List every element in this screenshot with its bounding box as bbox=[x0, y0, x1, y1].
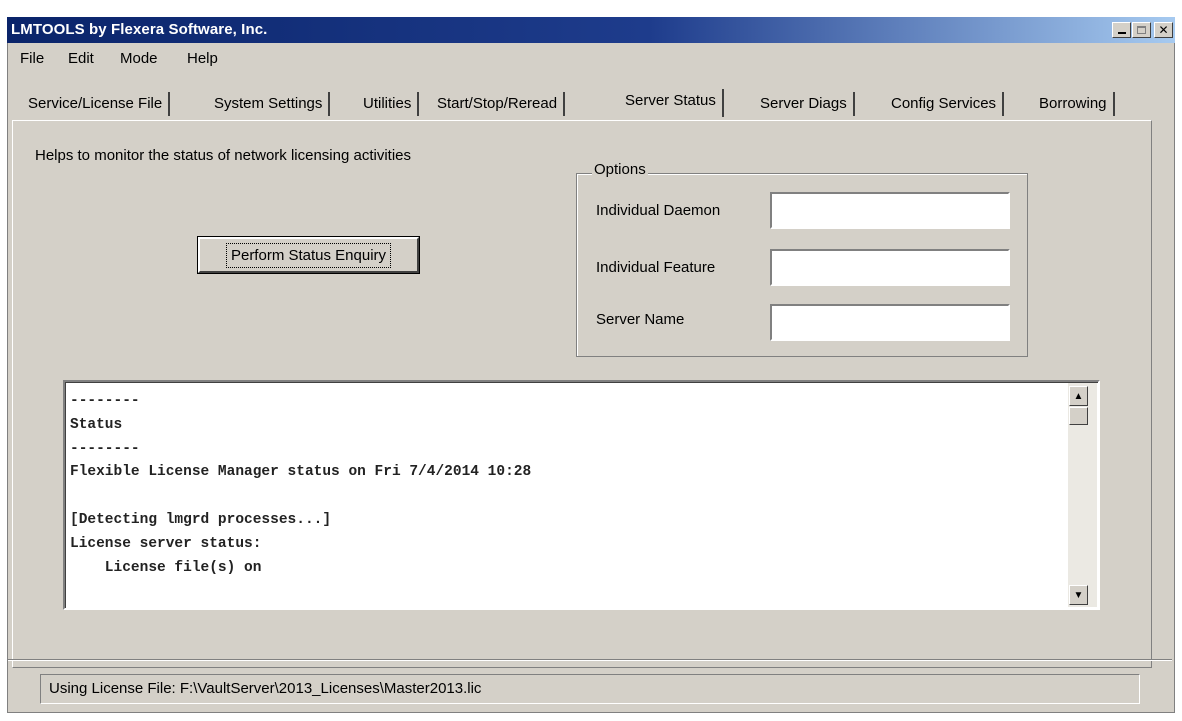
arrow-up-icon: ▲ bbox=[1073, 390, 1084, 402]
tab-borrowing[interactable]: Borrowing bbox=[1033, 92, 1115, 116]
options-legend: Options bbox=[592, 161, 648, 178]
status-divider bbox=[8, 659, 1172, 661]
perform-status-enquiry-label: Perform Status Enquiry bbox=[225, 242, 392, 268]
close-button[interactable]: ✕ bbox=[1154, 22, 1173, 38]
scroll-down-button[interactable]: ▼ bbox=[1069, 585, 1088, 605]
tab-config-services[interactable]: Config Services bbox=[885, 92, 1005, 116]
output-line: Status bbox=[70, 416, 123, 433]
individual-daemon-label: Individual Daemon bbox=[596, 202, 721, 219]
scroll-thumb[interactable] bbox=[1069, 407, 1088, 425]
minimize-icon bbox=[1117, 32, 1126, 34]
tab-utilities[interactable]: Utilities bbox=[357, 92, 420, 116]
output-line: -------- bbox=[70, 393, 140, 409]
menu-mode[interactable]: Mode bbox=[120, 50, 158, 67]
output-line: -------- bbox=[70, 440, 140, 457]
arrow-down-icon: ▼ bbox=[1073, 589, 1084, 601]
redaction-box bbox=[345, 534, 993, 558]
window-title: LMTOOLS by Flexera Software, Inc. bbox=[11, 21, 268, 38]
tab-service-license-file[interactable]: Service/License File bbox=[22, 92, 171, 116]
individual-feature-input[interactable] bbox=[770, 249, 1010, 286]
status-bar-text: Using License File: F:\VaultServer\2013_… bbox=[49, 680, 482, 697]
perform-status-enquiry-button[interactable]: Perform Status Enquiry bbox=[197, 236, 420, 274]
tab-system-settings[interactable]: System Settings bbox=[208, 92, 331, 116]
menu-bar: File Edit Mode Help bbox=[7, 46, 1182, 68]
output-line: Flexible License Manager status on Fri 7… bbox=[70, 464, 532, 481]
tab-server-status[interactable]: Server Status bbox=[619, 89, 724, 117]
redaction-box bbox=[345, 559, 990, 583]
tab-start-stop-reread[interactable]: Start/Stop/Reread bbox=[431, 92, 566, 116]
menu-edit[interactable]: Edit bbox=[68, 50, 94, 67]
menu-help[interactable]: Help bbox=[187, 50, 218, 67]
menu-file[interactable]: File bbox=[20, 50, 44, 67]
server-name-input[interactable] bbox=[770, 304, 1010, 341]
help-text: Helps to monitor the status of network l… bbox=[35, 147, 412, 164]
status-bar: Using License File: F:\VaultServer\2013_… bbox=[40, 674, 1140, 704]
tab-server-diags[interactable]: Server Diags bbox=[754, 92, 855, 116]
minimize-button[interactable] bbox=[1112, 22, 1131, 38]
tab-strip: Service/License File System Settings Uti… bbox=[22, 89, 1162, 118]
individual-daemon-input[interactable] bbox=[770, 192, 1010, 229]
output-line: [Detecting lmgrd processes...] bbox=[70, 511, 332, 528]
scroll-up-button[interactable]: ▲ bbox=[1069, 386, 1088, 406]
individual-feature-label: Individual Feature bbox=[596, 259, 716, 276]
close-icon: ✕ bbox=[1158, 23, 1169, 37]
title-bar: LMTOOLS by Flexera Software, Inc. ✕ bbox=[7, 17, 1175, 43]
server-name-label: Server Name bbox=[596, 311, 685, 328]
maximize-button[interactable] bbox=[1132, 22, 1151, 38]
maximize-icon bbox=[1137, 26, 1146, 34]
